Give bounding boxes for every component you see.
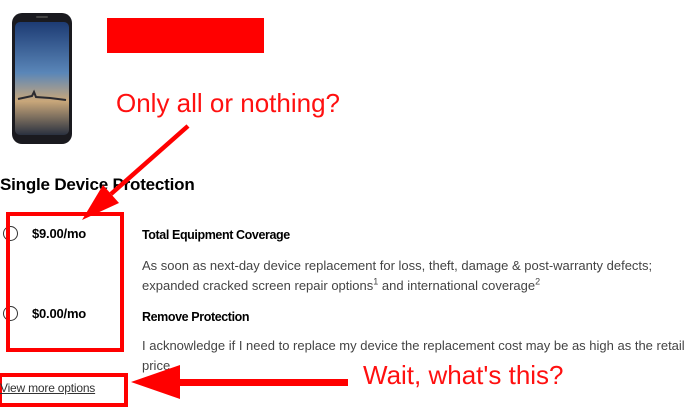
option-title: Total Equipment Coverage [142, 228, 290, 242]
redacted-device-name [107, 18, 264, 53]
annotation-top-note: Only all or nothing? [116, 88, 341, 118]
arrow-icon [82, 124, 190, 220]
option-description: As soon as next-day device replacement f… [142, 258, 653, 293]
section-title: Single Device Protection [0, 175, 195, 194]
annotation-highlight-options [6, 212, 124, 352]
option-title: Remove Protection [142, 310, 250, 324]
device-image [12, 13, 72, 144]
footnote-marker: 2 [535, 276, 541, 287]
view-more-options-link[interactable]: View more options [0, 381, 95, 395]
annotation-bottom-note: Wait, what's this? [363, 360, 564, 390]
